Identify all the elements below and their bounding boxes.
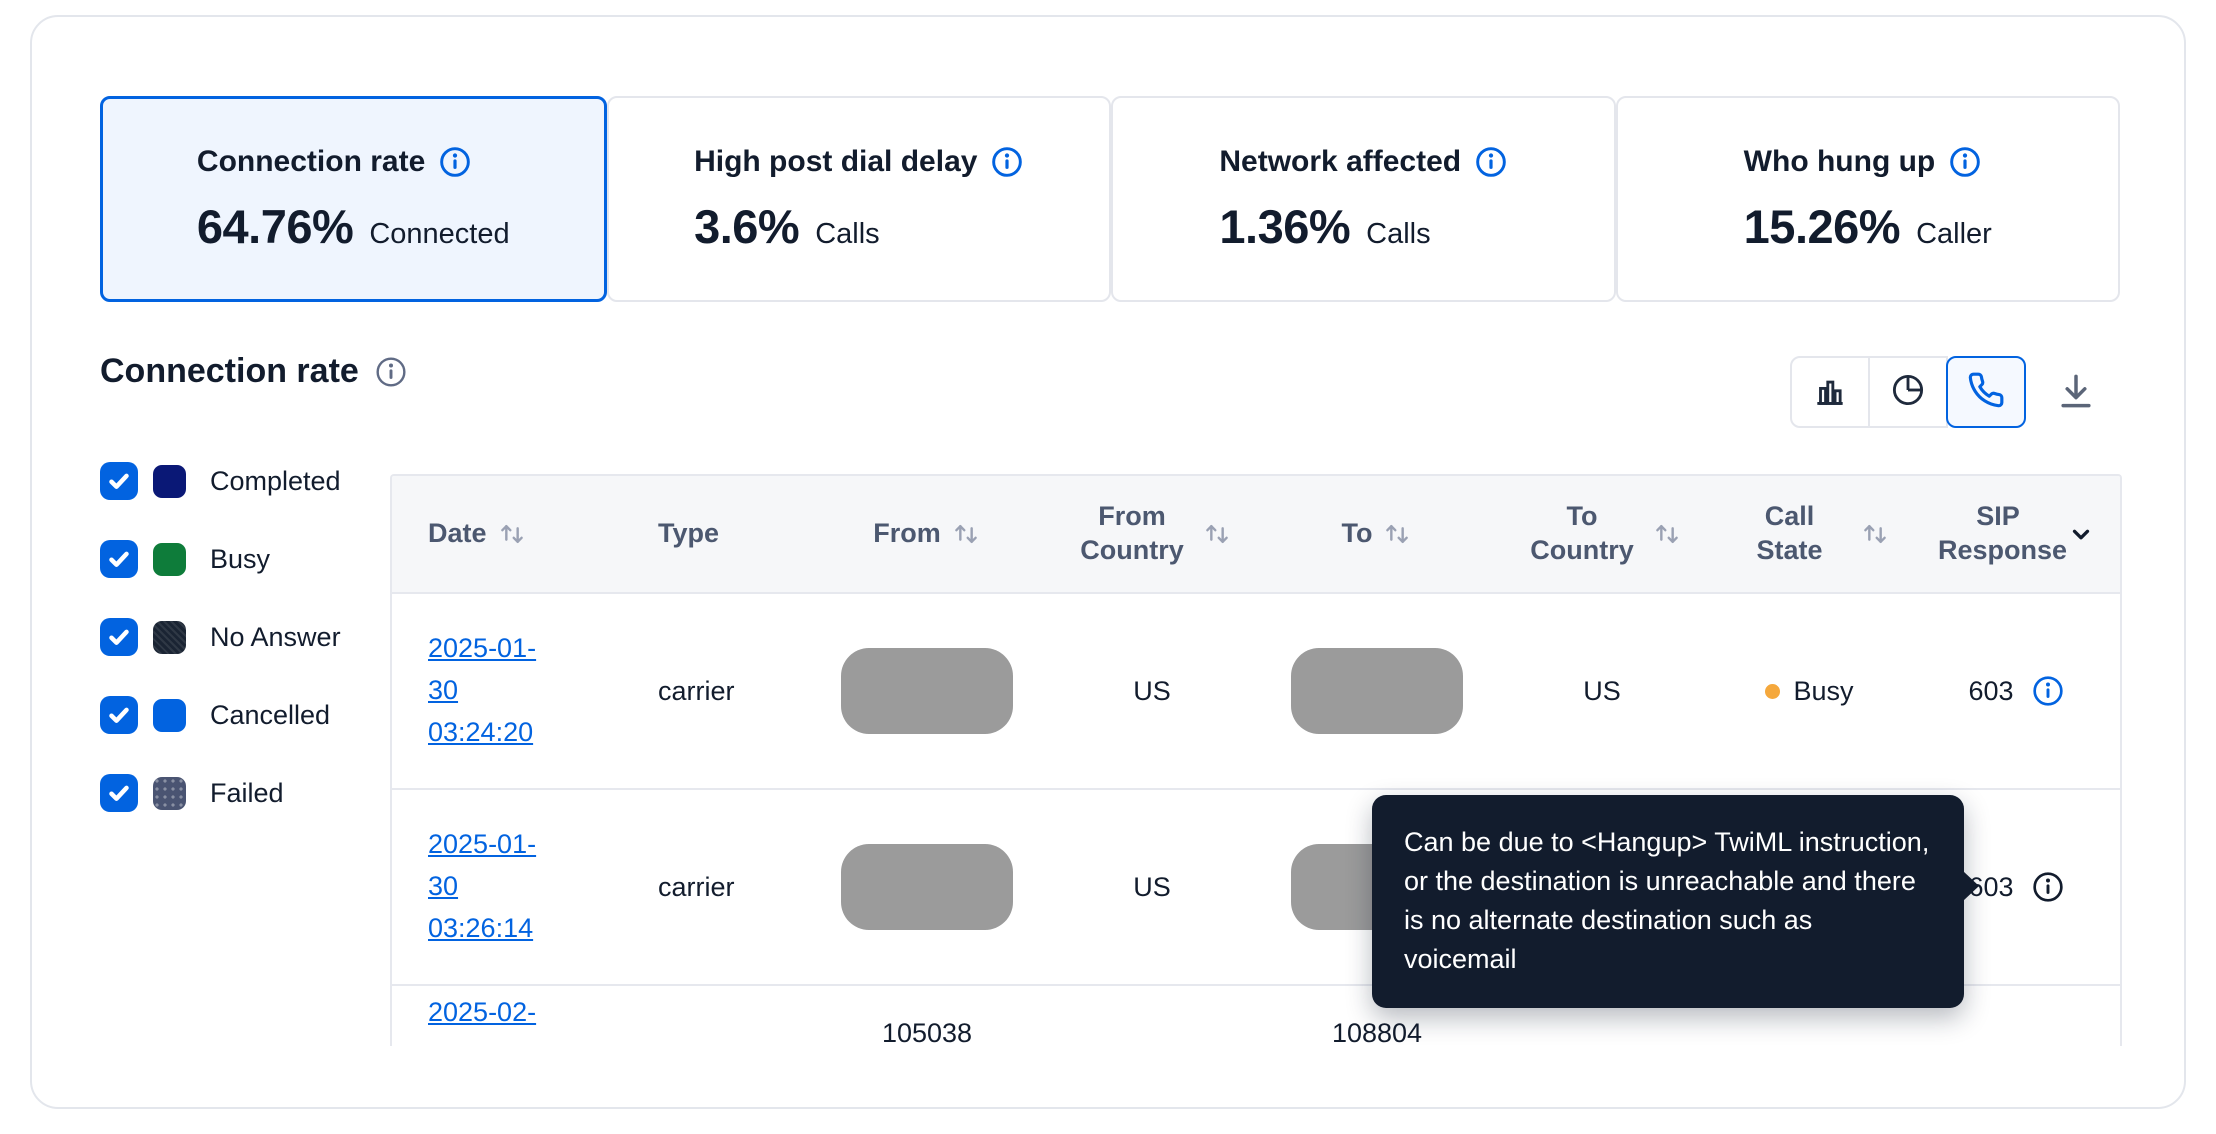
chevron-down-icon[interactable] xyxy=(2068,521,2094,547)
card-value: 1.36% xyxy=(1219,199,1350,254)
section-header: Connection rate xyxy=(100,352,407,391)
info-icon[interactable] xyxy=(1475,146,1507,178)
sort-icon xyxy=(1860,517,1890,551)
busy-status-dot xyxy=(1765,684,1780,699)
legend-label: Completed xyxy=(210,466,341,497)
table-header: Date Type From From Country To To Countr… xyxy=(392,476,2120,594)
sip-response-code: 603 xyxy=(1968,676,2013,707)
legend-item-cancelled: Cancelled xyxy=(100,694,341,736)
card-unit: Connected xyxy=(369,218,509,251)
card-value: 64.76% xyxy=(197,199,353,254)
legend-item-failed: Failed xyxy=(100,772,341,814)
bar-chart-view-button[interactable] xyxy=(1790,356,1870,428)
view-toggle-group xyxy=(1790,356,2026,428)
info-icon[interactable] xyxy=(439,146,471,178)
legend-label: Busy xyxy=(210,544,270,575)
card-title: Connection rate xyxy=(197,145,425,179)
redacted-from-value xyxy=(841,648,1013,734)
legend-label: Cancelled xyxy=(210,700,330,731)
card-value: 3.6% xyxy=(694,199,799,254)
color-swatch-busy xyxy=(153,543,186,576)
info-icon[interactable] xyxy=(2032,675,2064,707)
info-icon[interactable] xyxy=(375,356,407,388)
checkbox-cancelled[interactable] xyxy=(100,696,138,734)
call-state: Busy xyxy=(1793,676,1853,707)
pie-chart-view-button[interactable] xyxy=(1868,356,1948,428)
checkbox-no-answer[interactable] xyxy=(100,618,138,656)
card-unit: Caller xyxy=(1916,218,1992,251)
bar-chart-icon xyxy=(1811,371,1849,414)
download-button[interactable] xyxy=(2052,368,2100,416)
checkbox-failed[interactable] xyxy=(100,774,138,812)
card-title: Who hung up xyxy=(1744,145,1936,179)
legend-label: No Answer xyxy=(210,622,341,653)
metric-cards: Connection rate 64.76% Connected High po… xyxy=(100,96,2120,302)
pie-chart-icon xyxy=(1889,371,1927,414)
legend-item-busy: Busy xyxy=(100,538,341,580)
sort-icon xyxy=(497,517,527,551)
legend-item-no-answer: No Answer xyxy=(100,616,341,658)
column-header-from-country[interactable]: From Country xyxy=(1047,500,1257,568)
column-header-sip-response[interactable]: SIP Response xyxy=(1912,500,2120,568)
card-who-hung-up[interactable]: Who hung up 15.26% Caller xyxy=(1616,96,2121,302)
call-log-view-button[interactable] xyxy=(1946,356,2026,428)
from-country: US xyxy=(1133,872,1171,903)
card-value: 15.26% xyxy=(1744,199,1900,254)
page-title: Connection rate xyxy=(100,352,359,391)
download-icon xyxy=(2054,369,2098,416)
from-number: 105038 xyxy=(882,1018,972,1046)
sort-icon xyxy=(1202,517,1232,551)
info-icon[interactable] xyxy=(2032,871,2064,903)
legend-item-completed: Completed xyxy=(100,460,341,502)
color-swatch-failed xyxy=(153,777,186,810)
card-unit: Calls xyxy=(1366,218,1430,251)
color-swatch-no-answer xyxy=(153,621,186,654)
column-header-to-country[interactable]: To Country xyxy=(1497,500,1707,568)
to-number: 108804 xyxy=(1332,1018,1422,1046)
from-country: US xyxy=(1133,676,1171,707)
column-header-type: Type xyxy=(622,517,807,551)
card-unit: Calls xyxy=(815,218,879,251)
card-title: High post dial delay xyxy=(694,145,977,179)
column-header-from[interactable]: From xyxy=(807,517,1047,551)
checkbox-completed[interactable] xyxy=(100,462,138,500)
card-connection-rate[interactable]: Connection rate 64.76% Connected xyxy=(100,96,607,302)
sip-response-tooltip: Can be due to <Hangup> TwiML instruction… xyxy=(1372,795,1964,1008)
info-icon[interactable] xyxy=(1949,146,1981,178)
legend-label: Failed xyxy=(210,778,284,809)
color-swatch-completed xyxy=(153,465,186,498)
call-date-link[interactable]: 2025-01-30 03:24:20 xyxy=(428,628,560,754)
column-header-date[interactable]: Date xyxy=(392,517,622,551)
card-high-post-dial-delay[interactable]: High post dial delay 3.6% Calls xyxy=(607,96,1112,302)
card-network-affected[interactable]: Network affected 1.36% Calls xyxy=(1111,96,1616,302)
redacted-to-value xyxy=(1291,648,1463,734)
column-header-to[interactable]: To xyxy=(1257,517,1497,551)
call-type: carrier xyxy=(658,676,735,707)
redacted-from-value xyxy=(841,844,1013,930)
tooltip-text: Can be due to <Hangup> TwiML instruction… xyxy=(1404,827,1929,974)
sort-icon xyxy=(1382,517,1412,551)
sort-icon xyxy=(951,517,981,551)
column-header-call-state[interactable]: Call State xyxy=(1707,500,1912,568)
call-date-link[interactable]: 2025-01-30 03:26:14 xyxy=(428,824,560,950)
table-row: 2025-01-30 03:24:20 carrier US US Busy 6… xyxy=(392,594,2120,790)
color-swatch-cancelled xyxy=(153,699,186,732)
phone-icon xyxy=(1967,371,2005,414)
info-icon[interactable] xyxy=(991,146,1023,178)
call-type: carrier xyxy=(658,872,735,903)
call-date-link[interactable]: 2025-02- xyxy=(428,992,560,1034)
to-country: US xyxy=(1583,676,1621,707)
sort-icon xyxy=(1652,517,1682,551)
checkbox-busy[interactable] xyxy=(100,540,138,578)
card-title: Network affected xyxy=(1219,145,1461,179)
call-state-legend: Completed Busy No Answer Cancelled Faile… xyxy=(100,460,341,850)
